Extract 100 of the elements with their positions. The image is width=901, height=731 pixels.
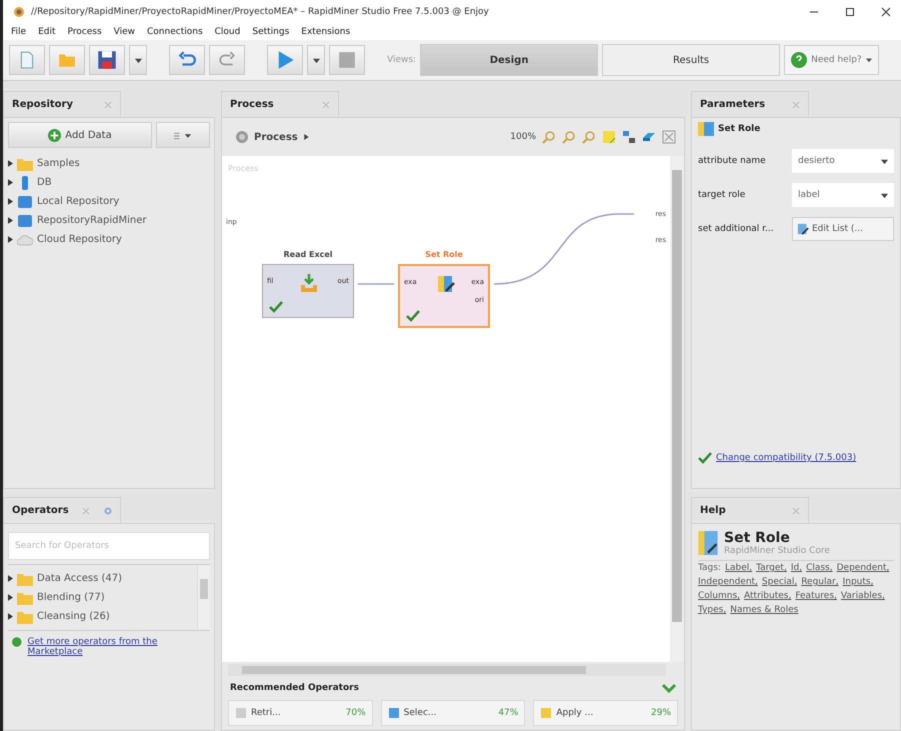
- edit-list-button[interactable]: Edit List (...: [792, 217, 894, 241]
- undo-button[interactable]: [169, 45, 205, 75]
- edit-icon: [797, 223, 809, 235]
- expand-arrow-icon[interactable]: [8, 198, 13, 205]
- tree-item[interactable]: Data Access (47): [8, 569, 197, 588]
- process-icon: [236, 131, 248, 143]
- expand-arrow-icon[interactable]: [8, 236, 13, 243]
- recommended-operator[interactable]: Retri... 70%: [228, 700, 373, 726]
- tag-link[interactable]: Inputs,: [842, 575, 874, 589]
- operator-name: Read Excel: [283, 250, 333, 261]
- marketplace-link[interactable]: Get more operators from the Marketplace: [28, 637, 206, 657]
- connection-line: [358, 283, 394, 285]
- list-menu-button[interactable]: [156, 122, 210, 148]
- menu-item[interactable]: Settings: [252, 27, 290, 37]
- tag-link[interactable]: Independent,: [698, 575, 758, 589]
- scrollbar[interactable]: [670, 156, 684, 662]
- zoom-in-icon[interactable]: [542, 130, 556, 144]
- parameter-label: set additional r...: [698, 224, 775, 234]
- tree-item[interactable]: Cloud Repository: [8, 230, 210, 249]
- menu-item[interactable]: Extensions: [301, 27, 350, 37]
- zoom-reset-icon[interactable]: [582, 130, 596, 144]
- menu-item[interactable]: View: [114, 27, 136, 37]
- panel-tab[interactable]: Operators: [3, 497, 121, 523]
- tag-link[interactable]: Variables,: [840, 589, 885, 603]
- caret-icon: [312, 56, 320, 64]
- tag-link[interactable]: Dependent,: [836, 561, 890, 575]
- note-icon[interactable]: [602, 130, 616, 144]
- scrollbar[interactable]: [197, 565, 210, 630]
- new-process-button[interactable]: [9, 45, 45, 75]
- view-tab[interactable]: Design: [420, 44, 598, 76]
- view-tab[interactable]: Results: [602, 44, 780, 76]
- tag-link[interactable]: Attributes,: [744, 589, 792, 603]
- tag-link[interactable]: Special,: [762, 575, 798, 589]
- close-icon[interactable]: [881, 7, 891, 17]
- compatibility-link[interactable]: Change compatibility (7.5.003): [716, 453, 856, 463]
- layout-icon[interactable]: [622, 130, 636, 144]
- panel-tab[interactable]: Repository: [3, 91, 121, 117]
- tag-link[interactable]: Types,: [698, 603, 726, 617]
- tree-item[interactable]: RepositoryRapidMiner: [8, 211, 210, 230]
- tag-link[interactable]: Features,: [795, 589, 837, 603]
- stop-icon: [338, 51, 356, 69]
- zoom-level: 100%: [510, 132, 536, 142]
- tree-item[interactable]: Blending (77): [8, 588, 197, 607]
- expand-arrow-icon[interactable]: [8, 179, 13, 186]
- caret-icon: [881, 158, 888, 164]
- eraser-icon[interactable]: [642, 130, 656, 144]
- repository-icon: [17, 194, 33, 208]
- redo-button[interactable]: [209, 45, 245, 75]
- dropdown[interactable]: desierto: [792, 149, 894, 173]
- panel-tab[interactable]: Help: [691, 497, 809, 523]
- panel-tab[interactable]: Parameters: [691, 91, 809, 117]
- tag-link[interactable]: Target,: [756, 561, 787, 575]
- tree-item[interactable]: Samples: [8, 154, 210, 173]
- recommended-operator[interactable]: Apply ... 29%: [533, 700, 678, 726]
- tag-link[interactable]: Id,: [790, 561, 802, 575]
- tag-link[interactable]: Class,: [806, 561, 833, 575]
- caret-button[interactable]: [129, 45, 147, 75]
- caret-icon: [881, 192, 888, 198]
- dropdown[interactable]: label: [792, 183, 894, 207]
- save-button[interactable]: [89, 45, 125, 75]
- operator-name: Set Role: [425, 250, 463, 261]
- window-title: //Repository/RapidMiner/ProyectoRapidMiner/ProyectoMEA* – RapidMiner Studio Free 7.5.003 @ Enjoy: [31, 7, 490, 17]
- tag-link[interactable]: Regular,: [801, 575, 839, 589]
- zoom-out-icon[interactable]: [562, 130, 576, 144]
- help-subtitle: RapidMiner Studio Core: [724, 546, 830, 556]
- chevron-down-icon[interactable]: [662, 683, 676, 693]
- expand-arrow-icon[interactable]: [8, 217, 13, 224]
- expand-arrow-icon[interactable]: [8, 575, 13, 582]
- settings-icon[interactable]: [104, 506, 112, 514]
- process-breadcrumb[interactable]: Process: [230, 130, 315, 144]
- expand-arrow-icon[interactable]: [8, 613, 13, 620]
- tag-link[interactable]: Label,: [724, 561, 752, 575]
- recommended-operator[interactable]: Selec... 47%: [380, 700, 526, 726]
- tree-item[interactable]: DB: [8, 173, 210, 192]
- maximize-icon[interactable]: [845, 7, 855, 17]
- scrollbar[interactable]: [228, 664, 666, 676]
- save-icon: [97, 50, 117, 70]
- operator-icon: [299, 273, 319, 293]
- help-button[interactable]: Need help?: [784, 45, 879, 75]
- menu-item[interactable]: Edit: [38, 27, 56, 37]
- folder-icon: [17, 572, 33, 586]
- menu-item[interactable]: Connections: [147, 27, 203, 37]
- folder-icon: [17, 156, 33, 170]
- fullscreen-icon[interactable]: [662, 130, 676, 144]
- add-data-button[interactable]: Add Data: [8, 122, 152, 148]
- list-caret-icon: [174, 132, 192, 140]
- caret-button[interactable]: [307, 45, 325, 75]
- tree-item[interactable]: Cleansing (26): [8, 607, 197, 626]
- expand-arrow-icon[interactable]: [8, 594, 13, 601]
- tag-link[interactable]: Columns,: [698, 589, 740, 603]
- check-icon: [406, 310, 420, 322]
- tree-item[interactable]: Local Repository: [8, 192, 210, 211]
- tag-link[interactable]: Names & Roles: [730, 603, 798, 617]
- menu-item[interactable]: File: [11, 27, 26, 37]
- menu-item[interactable]: Process: [68, 27, 102, 37]
- tags-label: Tags:: [698, 562, 721, 575]
- panel-tab[interactable]: Process: [221, 91, 339, 117]
- menu-item[interactable]: Cloud: [214, 27, 240, 37]
- search-field[interactable]: Search for Operators: [8, 532, 210, 560]
- expand-arrow-icon[interactable]: [8, 160, 13, 167]
